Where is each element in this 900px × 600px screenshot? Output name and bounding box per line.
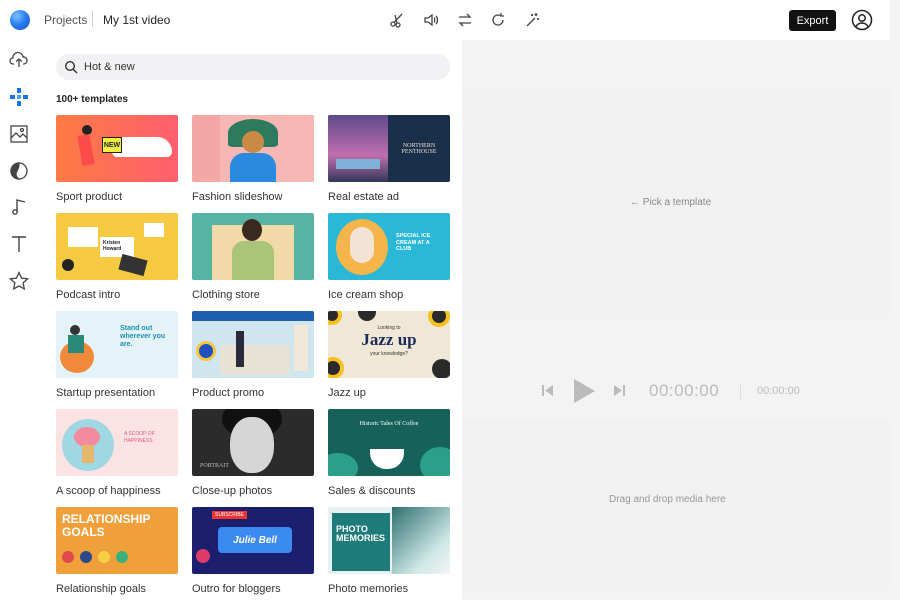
media-icon[interactable]	[8, 123, 30, 145]
skip-back-icon[interactable]	[541, 384, 554, 402]
breadcrumb-projects[interactable]: Projects	[44, 13, 87, 27]
pick-template-hint: ← Pick a template	[630, 197, 712, 208]
text-icon[interactable]	[8, 233, 30, 255]
swap-icon[interactable]	[456, 11, 474, 29]
templates-count: 100+ templates	[56, 94, 128, 105]
thumb-title: PORTRAIT	[200, 463, 229, 469]
top-bar: Projects My 1st video Export	[0, 0, 890, 40]
template-thumbnail: RELATIONSHIP GOALS	[56, 507, 178, 574]
music-icon[interactable]	[8, 196, 30, 218]
rotate-icon[interactable]	[489, 11, 507, 29]
time-divider	[740, 383, 741, 399]
thumb-title: Stand out wherever you are.	[120, 325, 166, 349]
skip-forward-icon[interactable]	[613, 384, 626, 402]
current-time: 00:00:00	[649, 381, 720, 400]
template-label: Sales & discounts	[328, 485, 416, 497]
templates-icon[interactable]	[8, 86, 30, 108]
thumb-title: PHOTO MEMORIES	[336, 524, 386, 544]
sidebar	[0, 40, 40, 600]
volume-icon[interactable]	[422, 11, 440, 29]
star-icon[interactable]	[8, 270, 30, 292]
template-thumbnail	[192, 115, 314, 182]
media-dropzone[interactable]	[463, 420, 890, 590]
elements-icon[interactable]	[8, 160, 30, 182]
template-thumbnail: SUBSCRIBE Julie Bell	[192, 507, 314, 574]
template-card-podcast-intro[interactable]: Kristen Howard Podcast intro	[56, 213, 178, 301]
template-card-sport-product[interactable]: NEW Sport product	[56, 115, 178, 203]
template-label: Jazz up	[328, 387, 366, 399]
template-thumbnail	[192, 311, 314, 378]
template-card-a-scoop-of-happiness[interactable]: A SCOOP OF HAPPINESS A scoop of happines…	[56, 409, 178, 497]
thumb-title: Julie Bell	[218, 527, 292, 553]
template-thumbnail: Historic Tales Of Coffee	[328, 409, 450, 476]
template-card-clothing-store[interactable]: Clothing store	[192, 213, 314, 301]
template-thumbnail: NEW	[56, 115, 178, 182]
template-thumbnail: Stand out wherever you are.	[56, 311, 178, 378]
thumb-title: RELATIONSHIP GOALS	[62, 512, 151, 539]
template-label: Podcast intro	[56, 289, 121, 301]
template-card-product-promo[interactable]: Product promo	[192, 311, 314, 399]
template-card-sales-discounts[interactable]: Historic Tales Of Coffee Sales & discoun…	[328, 409, 450, 497]
template-card-photo-memories[interactable]: PHOTO MEMORIES Photo memories	[328, 507, 450, 595]
template-label: A scoop of happiness	[56, 485, 161, 497]
template-label: Sport product	[56, 191, 123, 203]
template-label: Ice cream shop	[328, 289, 404, 301]
template-card-ice-cream-shop[interactable]: SPECIAL ICE CREAM AT A CLUB Ice cream sh…	[328, 213, 450, 301]
scissors-icon[interactable]	[388, 11, 406, 29]
breadcrumb-divider	[92, 11, 93, 27]
template-card-real-estate-ad[interactable]: NORTHERN PENTHOUSE Real estate ad	[328, 115, 450, 203]
template-thumbnail	[192, 213, 314, 280]
dropzone-hint: Drag and drop media here	[609, 494, 726, 505]
template-card-relationship-goals[interactable]: RELATIONSHIP GOALS Relationship goals	[56, 507, 178, 595]
template-thumbnail: Looking to Jazz up your knowledge?	[328, 311, 450, 378]
search-input[interactable]: Hot & new	[56, 54, 450, 80]
thumb-title: A SCOOP OF HAPPINESS	[124, 431, 155, 444]
search-value: Hot & new	[84, 61, 135, 73]
template-label: Real estate ad	[328, 191, 399, 203]
template-thumbnail: PORTRAIT	[192, 409, 314, 476]
total-time: 00:00:00	[757, 385, 800, 397]
thumb-title: NORTHERN PENTHOUSE	[401, 143, 437, 155]
template-thumbnail: SPECIAL ICE CREAM AT A CLUB	[328, 213, 450, 280]
thumb-title: Historic Tales Of Coffee	[359, 421, 419, 427]
template-label: Outro for bloggers	[192, 583, 281, 595]
thumb-name: Kristen Howard	[100, 237, 134, 257]
export-button[interactable]: Export	[789, 10, 836, 31]
thumb-title: SPECIAL ICE CREAM AT A CLUB	[396, 233, 431, 253]
template-label: Clothing store	[192, 289, 260, 301]
template-thumbnail: A SCOOP OF HAPPINESS	[56, 409, 178, 476]
app-logo[interactable]	[10, 10, 30, 30]
account-icon[interactable]	[851, 9, 873, 31]
play-icon[interactable]	[572, 378, 596, 409]
template-label: Startup presentation	[56, 387, 156, 399]
templates-panel: Hot & new 100+ templates NEW Sport produ…	[40, 40, 462, 600]
magic-wand-icon[interactable]	[523, 11, 541, 29]
template-card-fashion-slideshow[interactable]: Fashion slideshow	[192, 115, 314, 203]
template-label: Close-up photos	[192, 485, 273, 497]
template-label: Photo memories	[328, 583, 409, 595]
template-card-close-up-photos[interactable]: PORTRAIT Close-up photos	[192, 409, 314, 497]
thumb-caption: your knowledge?	[370, 351, 408, 357]
template-thumbnail: PHOTO MEMORIES	[328, 507, 450, 574]
template-label: Fashion slideshow	[192, 191, 283, 203]
thumb-badge: NEW	[102, 137, 122, 153]
template-card-jazz-up[interactable]: Looking to Jazz up your knowledge? Jazz …	[328, 311, 450, 399]
template-label: Relationship goals	[56, 583, 146, 595]
template-thumbnail: Kristen Howard	[56, 213, 178, 280]
template-card-startup-presentation[interactable]: Stand out wherever you are. Startup pres…	[56, 311, 178, 399]
thumb-title: Jazz up	[361, 330, 417, 349]
upload-icon[interactable]	[8, 49, 30, 71]
template-label: Product promo	[192, 387, 265, 399]
search-icon	[64, 60, 78, 74]
template-thumbnail: NORTHERN PENTHOUSE	[328, 115, 450, 182]
project-title[interactable]: My 1st video	[103, 13, 170, 27]
thumb-subtitle: SUBSCRIBE	[212, 511, 247, 519]
template-card-outro-for-bloggers[interactable]: SUBSCRIBE Julie Bell Outro for bloggers	[192, 507, 314, 595]
